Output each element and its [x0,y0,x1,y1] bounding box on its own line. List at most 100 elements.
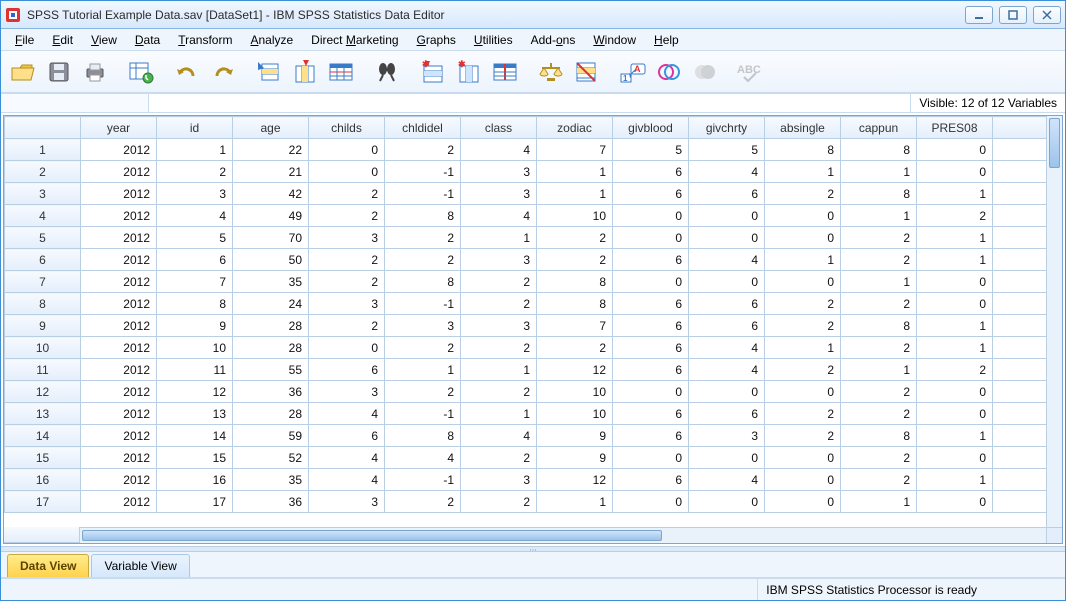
data-cell[interactable]: 2 [537,227,613,249]
horizontal-scrollbar[interactable] [80,527,1046,543]
data-cell[interactable]: 8 [841,315,917,337]
row-header[interactable]: 7 [5,271,81,293]
data-cell[interactable]: 0 [917,403,993,425]
data-cell[interactable]: 5 [157,227,233,249]
row-header[interactable]: 14 [5,425,81,447]
column-header-cappun[interactable]: cappun [841,117,917,139]
data-cell[interactable]: 2 [461,337,537,359]
insert-case-icon[interactable]: ✱ [417,56,449,88]
data-cell[interactable]: 0 [613,205,689,227]
data-cell[interactable]: 2012 [81,403,157,425]
row-header[interactable]: 12 [5,381,81,403]
data-cell[interactable]: 1 [841,205,917,227]
data-cell[interactable]: 2 [917,359,993,381]
data-cell[interactable]: 1 [157,139,233,161]
vertical-scrollbar[interactable] [1046,116,1062,527]
data-cell[interactable]: 0 [309,139,385,161]
data-cell[interactable]: 4 [461,139,537,161]
data-cell[interactable]: 3 [309,293,385,315]
data-cell[interactable]: 9 [537,425,613,447]
menu-data[interactable]: Data [127,31,168,49]
data-cell-empty[interactable] [993,381,1047,403]
data-cell[interactable]: 6 [613,315,689,337]
data-cell[interactable]: 12 [537,359,613,381]
data-cell[interactable]: 2 [917,205,993,227]
data-cell[interactable]: 22 [233,139,309,161]
data-cell[interactable]: 5 [689,139,765,161]
data-cell[interactable]: 28 [233,403,309,425]
data-cell[interactable]: 8 [841,183,917,205]
data-cell[interactable]: 2 [385,381,461,403]
data-cell[interactable]: 0 [689,227,765,249]
data-cell[interactable]: 3 [461,315,537,337]
data-cell[interactable]: 3 [689,425,765,447]
data-cell[interactable]: 3 [309,491,385,513]
column-header-class[interactable]: class [461,117,537,139]
data-cell[interactable]: 2 [461,447,537,469]
data-cell[interactable]: 2 [385,337,461,359]
data-cell[interactable]: -1 [385,183,461,205]
column-header-chldidel[interactable]: chldidel [385,117,461,139]
data-cell[interactable]: 2 [841,337,917,359]
close-button[interactable] [1033,6,1061,24]
data-cell[interactable]: 6 [689,315,765,337]
data-cell[interactable]: 0 [613,271,689,293]
data-cell[interactable]: 3 [461,249,537,271]
data-cell[interactable]: 8 [841,139,917,161]
row-header[interactable]: 17 [5,491,81,513]
cell-reference-box[interactable] [1,94,149,112]
data-cell[interactable]: 9 [537,447,613,469]
data-cell[interactable]: 2 [765,183,841,205]
data-cell[interactable]: 2 [309,183,385,205]
data-cell[interactable]: 6 [309,425,385,447]
data-cell[interactable]: 36 [233,491,309,513]
column-header-zodiac[interactable]: zodiac [537,117,613,139]
data-cell[interactable]: -1 [385,161,461,183]
data-cell[interactable]: 3 [461,161,537,183]
menu-view[interactable]: View [83,31,125,49]
data-cell[interactable]: 0 [689,205,765,227]
data-cell[interactable]: 2 [461,271,537,293]
data-cell[interactable]: 6 [613,249,689,271]
data-cell[interactable]: 6 [157,249,233,271]
data-cell[interactable]: 6 [613,403,689,425]
data-cell[interactable]: 0 [765,491,841,513]
data-cell[interactable]: 4 [309,403,385,425]
data-cell[interactable]: 13 [157,403,233,425]
row-header[interactable]: 2 [5,161,81,183]
data-cell[interactable]: 1 [917,425,993,447]
data-cell[interactable]: 2 [309,205,385,227]
data-cell[interactable]: 6 [309,359,385,381]
row-header[interactable]: 13 [5,403,81,425]
goto-variable-icon[interactable] [289,56,321,88]
data-cell-empty[interactable] [993,205,1047,227]
data-cell[interactable]: 4 [689,161,765,183]
data-cell[interactable]: 2 [461,381,537,403]
data-cell[interactable]: 6 [613,337,689,359]
data-cell[interactable]: 2 [537,249,613,271]
data-cell[interactable]: 2012 [81,315,157,337]
data-cell[interactable]: 2 [309,249,385,271]
data-cell[interactable]: 2 [765,425,841,447]
data-cell[interactable]: 0 [917,447,993,469]
data-cell-empty[interactable] [993,315,1047,337]
data-cell[interactable]: 8 [537,271,613,293]
data-cell[interactable]: 21 [233,161,309,183]
data-cell-empty[interactable] [993,469,1047,491]
data-cell[interactable]: 2 [841,469,917,491]
data-cell[interactable]: 28 [233,337,309,359]
column-header-PRES08[interactable]: PRES08 [917,117,993,139]
data-cell[interactable]: 1 [537,491,613,513]
row-header[interactable]: 3 [5,183,81,205]
data-cell[interactable]: 0 [765,469,841,491]
data-cell[interactable]: 8 [765,139,841,161]
data-cell[interactable]: 0 [309,337,385,359]
data-cell[interactable]: 2 [841,447,917,469]
data-cell[interactable]: 4 [385,447,461,469]
data-cell-empty[interactable] [993,293,1047,315]
data-cell[interactable]: 2 [841,403,917,425]
data-cell[interactable]: 3 [309,227,385,249]
menu-transform[interactable]: Transform [170,31,240,49]
data-cell-empty[interactable] [993,161,1047,183]
vertical-scrollbar-thumb[interactable] [1049,118,1060,168]
